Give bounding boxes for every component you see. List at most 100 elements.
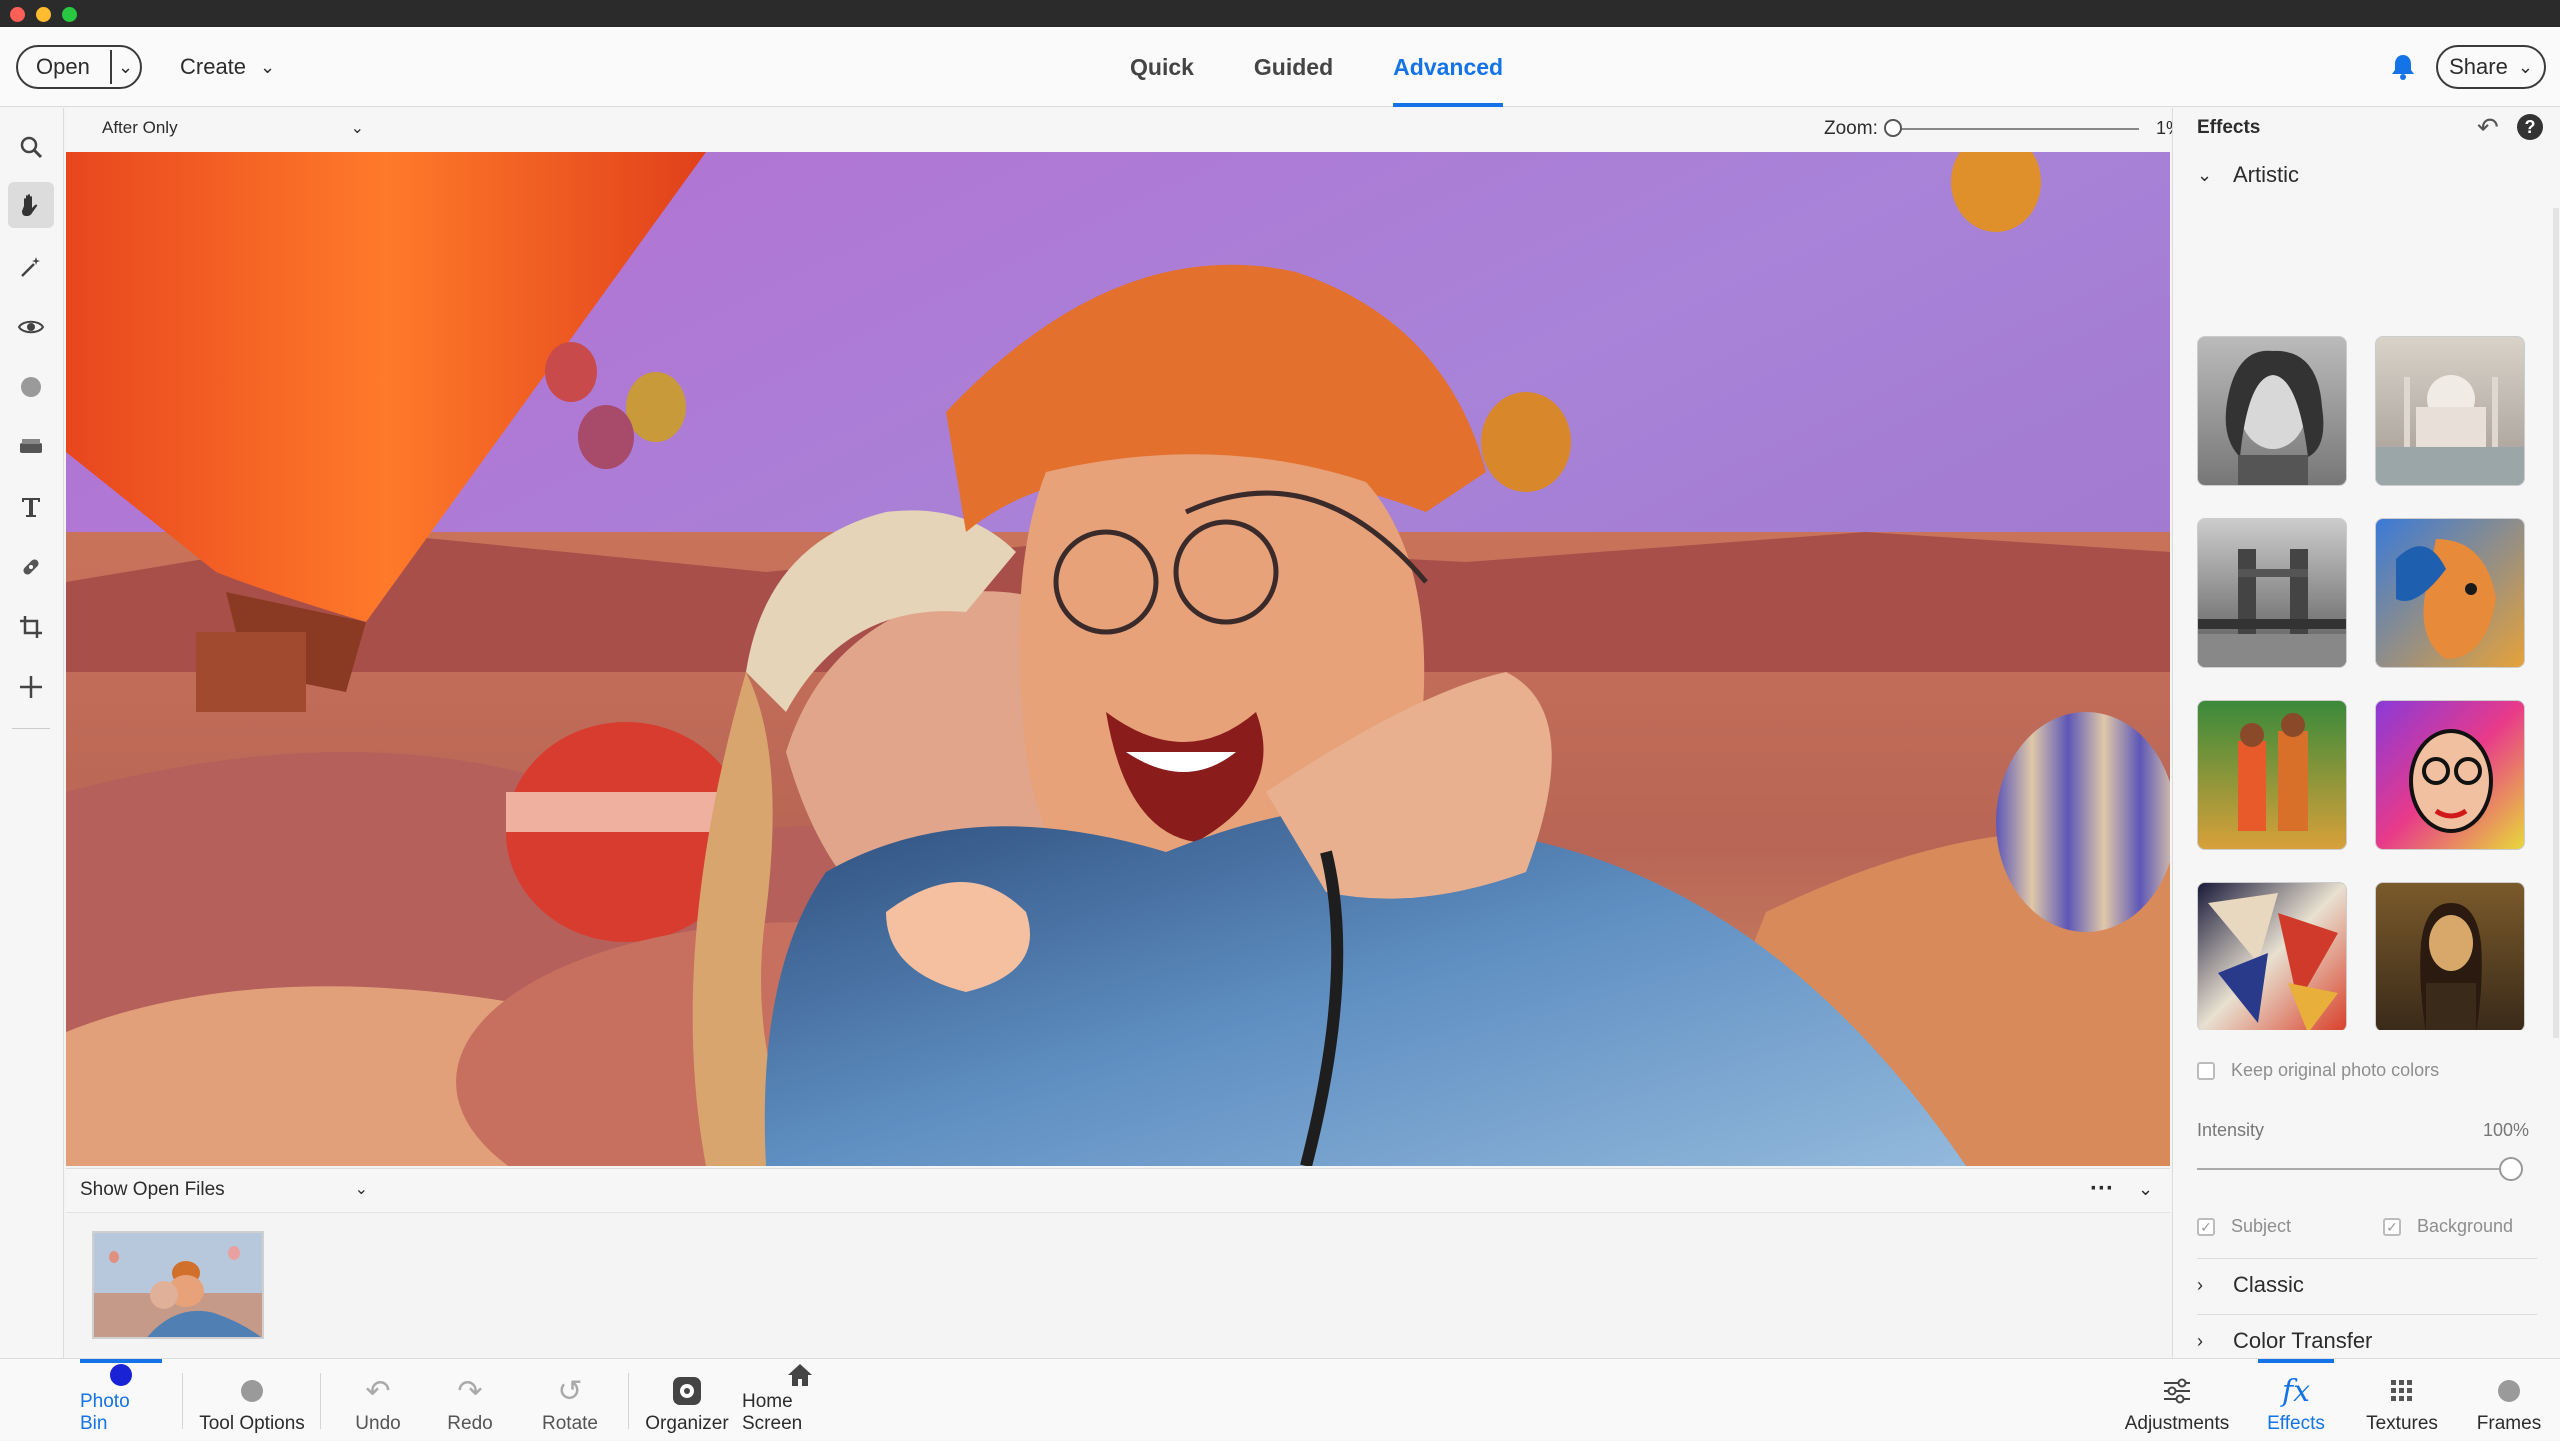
zoom-tool-icon[interactable] — [8, 124, 54, 170]
effects-button[interactable]: fx Effects — [2258, 1359, 2334, 1441]
red-eye-tool-icon[interactable] — [8, 304, 54, 350]
create-menu[interactable]: Create ⌄ — [180, 54, 275, 80]
more-options-icon[interactable]: ··· — [2090, 1175, 2114, 1203]
intensity-value: 100% — [2483, 1120, 2530, 1140]
artistic-effects-grid — [2197, 226, 2547, 1030]
window-titlebar — [0, 0, 2560, 27]
effect-thumbnail-taj-mahal[interactable] — [2375, 336, 2525, 486]
tool-options-button[interactable]: Tool Options — [196, 1359, 308, 1441]
adjustments-button[interactable]: Adjustments — [2122, 1359, 2232, 1441]
frames-label: Frames — [2476, 1413, 2542, 1434]
tab-guided[interactable]: Guided — [1224, 27, 1363, 107]
adjustments-icon — [2162, 1369, 2192, 1413]
background-option-row[interactable]: ✓ Background — [2383, 1216, 2513, 1237]
frames-icon — [2497, 1369, 2521, 1413]
effect-thumbnail-mona-lisa[interactable] — [2375, 882, 2525, 1030]
magic-wand-icon[interactable] — [8, 244, 54, 290]
background-label: Background — [2417, 1216, 2514, 1236]
panel-title: Effects — [2197, 117, 2261, 138]
redo-icon: ↷ — [457, 1374, 483, 1408]
organizer-label: Organizer — [645, 1413, 729, 1434]
share-button-label: Share — [2449, 54, 2508, 79]
view-mode-value: After Only — [102, 118, 178, 137]
chevron-down-icon: ⌄ — [350, 120, 364, 137]
minimize-window-button[interactable] — [36, 7, 51, 22]
open-button[interactable]: Open ⌄ — [16, 45, 142, 89]
view-mode-select[interactable]: After Only ⌄ — [102, 118, 364, 138]
effects-panel: Effects ↶ ? ⌄ Artistic Keep original pho… — [2172, 108, 2560, 1358]
toolbox-divider — [12, 728, 50, 729]
section-classic[interactable]: › Classic — [2197, 1272, 2304, 1298]
undo-icon: ↶ — [365, 1374, 391, 1408]
hand-tool-icon[interactable] — [8, 182, 54, 228]
close-window-button[interactable] — [10, 7, 25, 22]
photo-bin — [66, 1212, 2170, 1358]
undo-button[interactable]: ↶ Undo — [344, 1359, 412, 1441]
effect-thumbnail-cubist[interactable] — [2197, 882, 2347, 1030]
open-file-thumbnail[interactable] — [92, 1231, 264, 1339]
rotate-label: Rotate — [542, 1413, 598, 1434]
text-tool-icon[interactable] — [8, 484, 54, 530]
taskbar-divider — [628, 1373, 629, 1429]
tab-quick[interactable]: Quick — [1100, 27, 1224, 107]
rotate-button[interactable]: ↺ Rotate — [530, 1359, 610, 1441]
tab-advanced[interactable]: Advanced — [1363, 27, 1533, 107]
edited-photo — [66, 152, 2170, 1166]
notification-bell-icon[interactable] — [2390, 53, 2416, 88]
intensity-slider-handle[interactable] — [2499, 1157, 2523, 1181]
taskbar-divider — [182, 1373, 183, 1429]
effect-thumbnail-tower-bridge[interactable] — [2197, 518, 2347, 668]
crop-tool-icon[interactable] — [8, 604, 54, 650]
redo-button[interactable]: ↷ Redo — [436, 1359, 504, 1441]
zoom-slider-track[interactable] — [1891, 128, 2139, 130]
subject-checkbox[interactable]: ✓ — [2197, 1217, 2215, 1236]
section-color-transfer[interactable]: › Color Transfer — [2197, 1328, 2372, 1354]
chevron-right-icon: › — [2197, 1330, 2203, 1351]
textures-icon — [2389, 1369, 2415, 1413]
help-icon[interactable]: ? — [2517, 114, 2543, 140]
keep-original-colors-label: Keep original photo colors — [2231, 1060, 2440, 1080]
tool-options-icon — [240, 1369, 264, 1413]
reset-icon[interactable]: ↶ — [2477, 112, 2499, 143]
organizer-button[interactable]: Organizer — [644, 1359, 730, 1441]
chevron-down-icon: ⌄ — [2197, 164, 2213, 185]
zoom-window-button[interactable] — [62, 7, 77, 22]
mode-tabs: Quick Guided Advanced — [1100, 27, 1533, 107]
chevron-right-icon: › — [2197, 1274, 2203, 1295]
chevron-down-icon: ⌄ — [354, 1181, 368, 1198]
effect-thumbnail-pop-art-face[interactable] — [2375, 700, 2525, 850]
adjustments-label: Adjustments — [2124, 1413, 2230, 1434]
background-checkbox[interactable]: ✓ — [2383, 1217, 2401, 1236]
intensity-slider-track[interactable] — [2197, 1168, 2507, 1170]
image-canvas[interactable] — [66, 152, 2170, 1166]
textures-button[interactable]: Textures — [2360, 1359, 2444, 1441]
section-artistic[interactable]: ⌄ Artistic — [2197, 162, 2299, 188]
keep-original-colors-checkbox[interactable] — [2197, 1061, 2215, 1080]
keep-original-colors-row[interactable]: Keep original photo colors — [2197, 1060, 2439, 1081]
chevron-down-icon: ⌄ — [2517, 56, 2533, 77]
home-screen-button[interactable]: Home Screen — [742, 1359, 858, 1441]
brush-tool-icon[interactable] — [8, 364, 54, 410]
move-tool-icon[interactable] — [8, 664, 54, 710]
section-divider — [2197, 1258, 2537, 1259]
redo-label: Redo — [447, 1413, 493, 1434]
show-open-files-label: Show Open Files — [80, 1179, 225, 1200]
subject-option-row[interactable]: ✓ Subject — [2197, 1216, 2291, 1237]
zoom-slider-handle[interactable] — [1884, 119, 1902, 137]
eraser-tool-icon[interactable] — [8, 424, 54, 470]
effect-thumbnail-gauguin[interactable] — [2197, 700, 2347, 850]
frames-button[interactable]: Frames — [2474, 1359, 2544, 1441]
chevron-down-icon[interactable]: ⌄ — [112, 57, 133, 78]
organizer-icon — [672, 1369, 702, 1413]
show-open-files-select[interactable]: Show Open Files ⌄ — [80, 1179, 368, 1201]
intensity-label: Intensity — [2197, 1120, 2265, 1140]
rotate-icon: ↺ — [557, 1374, 583, 1408]
effect-thumbnail-colorful-portrait[interactable] — [2375, 518, 2525, 668]
chevron-down-icon[interactable]: ⌄ — [2138, 1179, 2153, 1200]
effects-scrollbar[interactable] — [2553, 208, 2559, 1038]
share-button[interactable]: Share ⌄ — [2436, 45, 2546, 89]
photo-bin-button[interactable]: Photo Bin — [80, 1359, 162, 1441]
tool-options-label: Tool Options — [199, 1413, 305, 1434]
effect-thumbnail-sketch-portrait[interactable] — [2197, 336, 2347, 486]
healing-brush-icon[interactable] — [8, 544, 54, 590]
